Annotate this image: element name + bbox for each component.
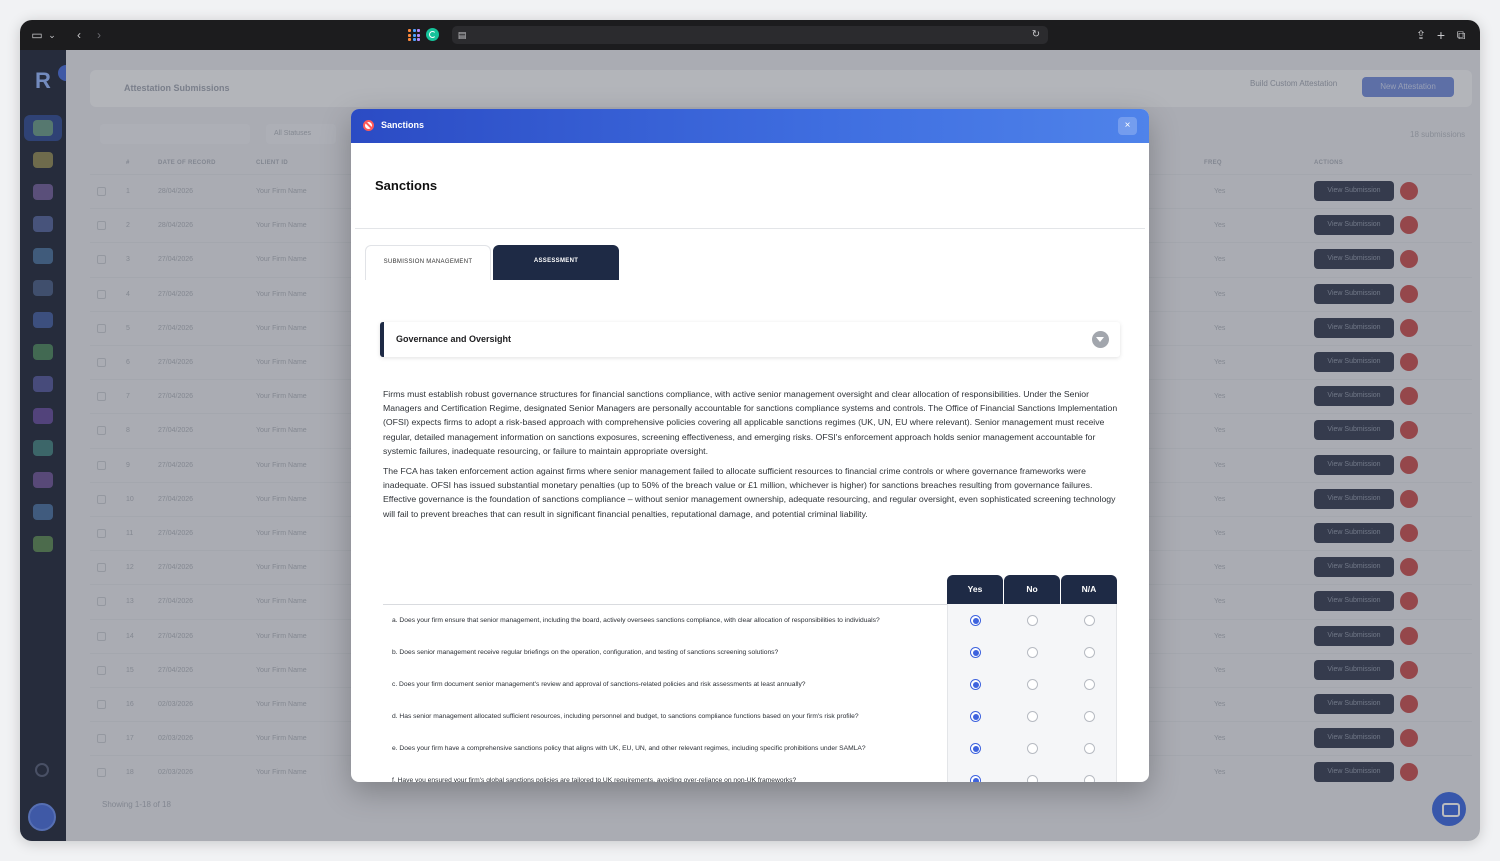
guidance-paragraph: Firms must establish robust governance s… xyxy=(383,389,1118,456)
radio-yes[interactable] xyxy=(970,615,981,626)
radio-na[interactable] xyxy=(1084,679,1095,690)
radio-no[interactable] xyxy=(1027,711,1038,722)
question-text: a. Does your firm ensure that senior man… xyxy=(392,617,880,624)
question-text: d. Has senior management allocated suffi… xyxy=(392,713,859,720)
question-row: f. Have you ensured your firm's global s… xyxy=(383,765,1117,782)
modal-header: Sanctions × xyxy=(351,109,1149,143)
chevron-down-icon[interactable] xyxy=(1092,331,1109,348)
question-row: e. Does your firm have a comprehensive s… xyxy=(383,733,1117,765)
share-icon[interactable]: ⇪ xyxy=(1414,26,1428,44)
assessment-questions: Yes No N/A a. Does your firm ensure that… xyxy=(383,575,1117,782)
column-header-yes: Yes xyxy=(947,575,1003,604)
radio-yes[interactable] xyxy=(970,711,981,722)
back-icon[interactable]: ‹ xyxy=(72,26,86,44)
radio-no[interactable] xyxy=(1027,775,1038,782)
radio-na[interactable] xyxy=(1084,615,1095,626)
new-tab-icon[interactable]: + xyxy=(1434,26,1448,44)
reload-icon[interactable]: ↻ xyxy=(1030,26,1042,44)
tab-submission-management[interactable]: SUBMISSION MANAGEMENT xyxy=(365,245,491,280)
radio-no[interactable] xyxy=(1027,743,1038,754)
section-governance-oversight[interactable]: Governance and Oversight xyxy=(380,322,1120,357)
sidebar-toggle-icon[interactable]: ▭ xyxy=(30,26,44,44)
close-icon[interactable]: × xyxy=(1118,117,1137,135)
page-icon: ▤ xyxy=(457,30,467,40)
page-title: Sanctions xyxy=(375,178,438,193)
modal-title: Sanctions xyxy=(381,120,425,130)
forward-icon[interactable]: › xyxy=(92,26,106,44)
radio-yes[interactable] xyxy=(970,775,981,782)
question-row: a. Does your firm ensure that senior man… xyxy=(383,605,1117,637)
chevron-down-icon[interactable]: ⌄ xyxy=(47,26,57,44)
column-header-na: N/A xyxy=(1061,575,1117,604)
radio-no[interactable] xyxy=(1027,647,1038,658)
question-text: e. Does your firm have a comprehensive s… xyxy=(392,745,866,752)
apps-grid-icon[interactable] xyxy=(408,29,420,41)
radio-na[interactable] xyxy=(1084,647,1095,658)
radio-na[interactable] xyxy=(1084,775,1095,782)
radio-no[interactable] xyxy=(1027,615,1038,626)
divider xyxy=(355,228,1145,229)
question-row: d. Has senior management allocated suffi… xyxy=(383,701,1117,733)
section-title: Governance and Oversight xyxy=(396,334,512,344)
question-text: c. Does your firm document senior manage… xyxy=(392,681,806,688)
question-text: b. Does senior management receive regula… xyxy=(392,649,779,656)
address-bar[interactable]: ▤ ↻ xyxy=(452,26,1048,44)
tab-assessment[interactable]: ASSESSMENT xyxy=(493,245,619,280)
radio-no[interactable] xyxy=(1027,679,1038,690)
tabs-overview-icon[interactable]: ⧉ xyxy=(1454,26,1468,44)
sanctions-ban-icon xyxy=(363,120,374,131)
guidance-paragraph: The FCA has taken enforcement action aga… xyxy=(383,466,1116,519)
question-row: b. Does senior management receive regula… xyxy=(383,637,1117,669)
radio-yes[interactable] xyxy=(970,679,981,690)
browser-toolbar: ▭ ⌄ ‹ › ▤ ↻ ⇪ + ⧉ xyxy=(20,20,1480,50)
question-text: f. Have you ensured your firm's global s… xyxy=(392,777,797,782)
radio-na[interactable] xyxy=(1084,743,1095,754)
radio-yes[interactable] xyxy=(970,647,981,658)
radio-yes[interactable] xyxy=(970,743,981,754)
sanctions-modal: Sanctions × Sanctions SUBMISSION MANAGEM… xyxy=(351,109,1149,782)
radio-na[interactable] xyxy=(1084,711,1095,722)
grammarly-icon[interactable] xyxy=(426,28,439,41)
question-row: c. Does your firm document senior manage… xyxy=(383,669,1117,701)
column-header-no: No xyxy=(1004,575,1060,604)
